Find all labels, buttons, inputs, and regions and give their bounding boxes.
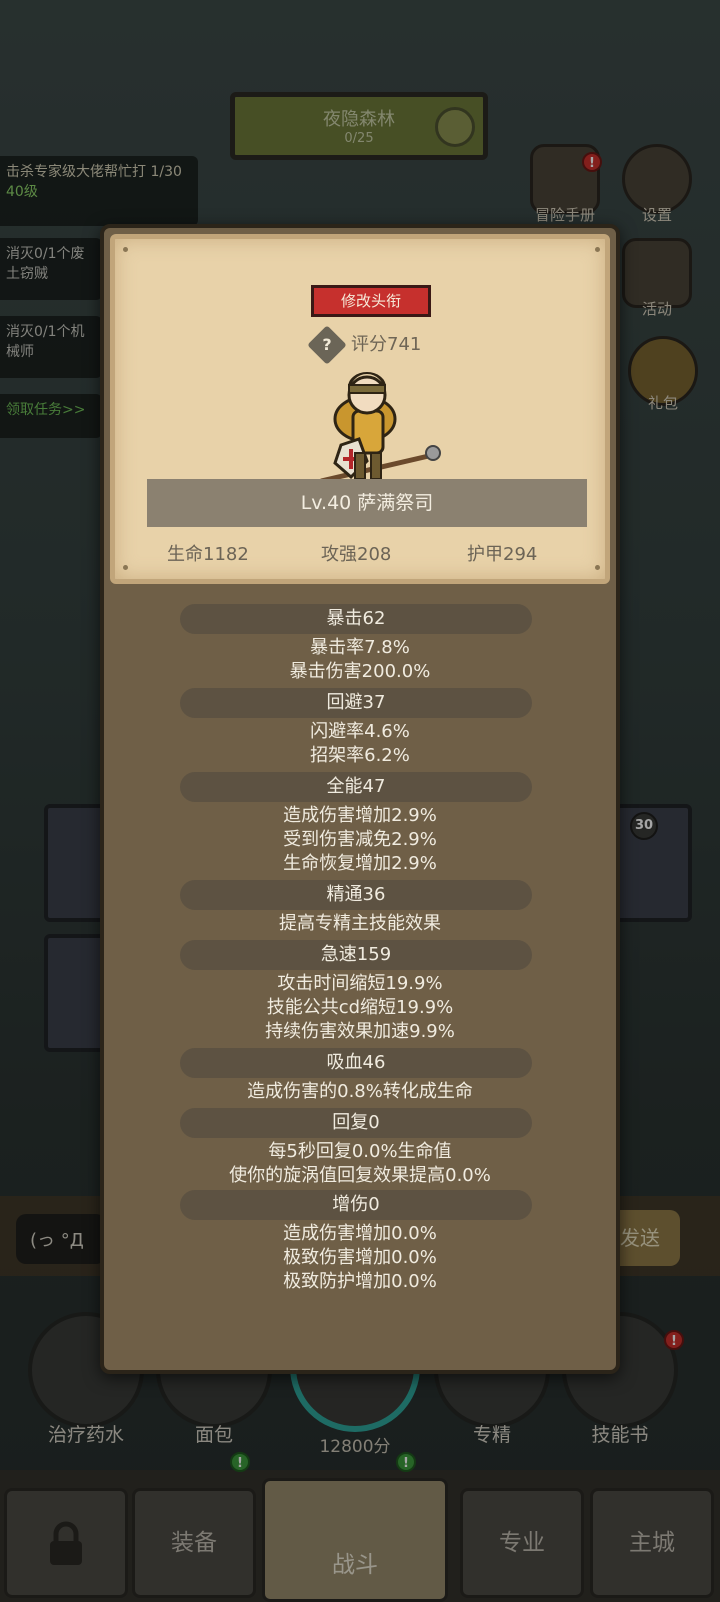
stat-hp: 生命1182 bbox=[167, 544, 249, 565]
stat-line: 持续伤害效果加速9.9% bbox=[265, 1021, 455, 1042]
stat-attack-power: 攻强208 bbox=[321, 544, 392, 565]
stat-line: 受到伤害减免2.9% bbox=[283, 829, 437, 850]
stat-line: 闪避率4.6% bbox=[310, 721, 410, 742]
character-stats-panel: 修改头衔 ? 评分741 Lv.40 萨满祭司 生命1182 攻强208 护甲2… bbox=[100, 224, 620, 1374]
help-icon-glyph: ? bbox=[322, 335, 332, 354]
stat-header-haste: 急速159 bbox=[180, 940, 532, 970]
stat-line: 攻击时间缩短19.9% bbox=[277, 973, 443, 994]
stat-line: 提高专精主技能效果 bbox=[279, 913, 441, 934]
stat-line: 极致防护增加0.0% bbox=[283, 1271, 437, 1292]
stat-header-avoidance: 回避37 bbox=[180, 688, 532, 718]
stat-line: 技能公共cd缩短19.9% bbox=[266, 997, 454, 1018]
character-card: 修改头衔 ? 评分741 Lv.40 萨满祭司 生命1182 攻强208 护甲2… bbox=[110, 234, 610, 584]
stat-line: 暴击率7.8% bbox=[310, 637, 410, 658]
stat-header-crit: 暴击62 bbox=[180, 604, 532, 634]
stat-armor: 护甲294 bbox=[467, 544, 538, 565]
stat-header-damage-bonus: 增伤0 bbox=[180, 1190, 532, 1220]
stat-header-regen: 回复0 bbox=[180, 1108, 532, 1138]
stat-line: 造成伤害增加2.9% bbox=[283, 805, 437, 826]
stat-line: 造成伤害增加0.0% bbox=[283, 1223, 437, 1244]
decor-dot bbox=[595, 565, 600, 570]
stat-line: 使你的旋涡值回复效果提高0.0% bbox=[229, 1165, 491, 1186]
decor-dot bbox=[123, 247, 128, 252]
decor-dot bbox=[595, 247, 600, 252]
stat-header-lifesteal: 吸血46 bbox=[180, 1048, 532, 1078]
stat-header-versatility: 全能47 bbox=[180, 772, 532, 802]
stat-header-mastery: 精通36 bbox=[180, 880, 532, 910]
decor-dot bbox=[123, 565, 128, 570]
stat-line: 生命恢复增加2.9% bbox=[283, 853, 437, 874]
character-name-bar: Lv.40 萨满祭司 bbox=[147, 479, 587, 527]
stat-line: 每5秒回复0.0%生命值 bbox=[268, 1141, 452, 1162]
character-avatar bbox=[320, 372, 441, 484]
stat-line: 招架率6.2% bbox=[310, 745, 410, 766]
stat-line: 极致伤害增加0.0% bbox=[283, 1247, 437, 1268]
edit-title-button[interactable]: 修改头衔 bbox=[311, 285, 431, 317]
rating-score: 评分741 bbox=[351, 334, 422, 355]
stat-line: 造成伤害的0.8%转化成生命 bbox=[247, 1081, 473, 1102]
stat-line: 暴击伤害200.0% bbox=[289, 661, 431, 682]
